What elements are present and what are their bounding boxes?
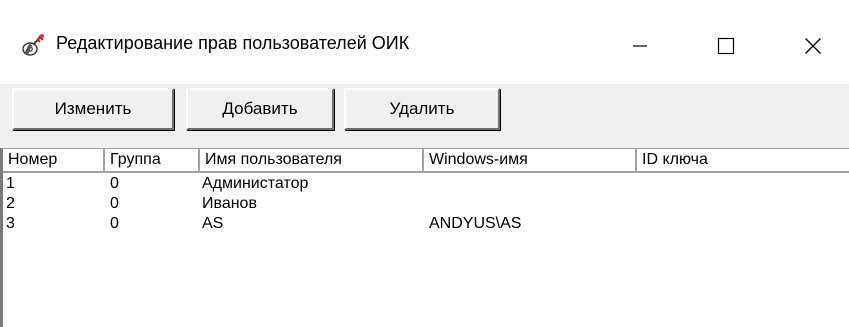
maximize-button[interactable]: [696, 24, 756, 68]
cell-number: 1: [6, 175, 15, 192]
cell-group: 0: [110, 215, 119, 232]
column-header-group[interactable]: Группа: [105, 149, 200, 173]
cell-number: 2: [6, 195, 15, 212]
list-header: Номер Группа Имя пользователя Windows-им…: [3, 149, 849, 173]
table-row[interactable]: 3 0 AS ANDYUS\AS: [3, 214, 849, 234]
cell-username: AS: [202, 215, 224, 232]
delete-button[interactable]: Удалить: [344, 88, 500, 130]
users-list[interactable]: Номер Группа Имя пользователя Windows-им…: [0, 148, 849, 327]
users-rights-window: Редактирование прав пользователей ОИК Из…: [0, 0, 849, 327]
column-header-username[interactable]: Имя пользователя: [200, 149, 424, 173]
table-row[interactable]: 2 0 Иванов: [3, 194, 849, 214]
minimize-icon: [633, 45, 647, 47]
maximize-icon: [717, 37, 735, 55]
key-user-icon: [22, 34, 44, 56]
add-button[interactable]: Добавить: [186, 88, 334, 130]
cell-number: 3: [6, 215, 15, 232]
edit-button[interactable]: Изменить: [12, 88, 174, 130]
close-button[interactable]: [783, 24, 843, 68]
column-header-key-id[interactable]: ID ключа: [637, 149, 849, 173]
toolbar: Изменить Добавить Удалить: [0, 84, 849, 148]
cell-windows-name: ANDYUS\AS: [429, 215, 522, 232]
column-header-windows-name[interactable]: Windows-имя: [424, 149, 637, 173]
cell-username: Иванов: [202, 195, 257, 212]
title-bar[interactable]: Редактирование прав пользователей ОИК: [0, 0, 849, 84]
window-title: Редактирование прав пользователей ОИК: [56, 33, 410, 53]
column-header-number[interactable]: Номер: [3, 149, 105, 173]
cell-username: Администатор: [202, 175, 309, 192]
minimize-button[interactable]: [610, 24, 670, 68]
cell-group: 0: [110, 175, 119, 192]
close-icon: [805, 38, 821, 54]
table-row[interactable]: 1 0 Администатор: [3, 174, 849, 194]
cell-group: 0: [110, 195, 119, 212]
